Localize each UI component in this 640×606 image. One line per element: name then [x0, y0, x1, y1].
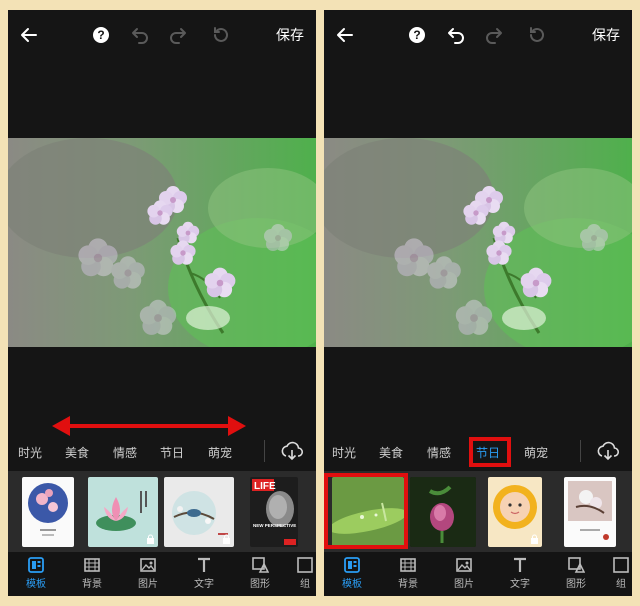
- save-button[interactable]: 保存: [276, 25, 304, 45]
- life-magazine-image: LIFE NEW PERSPECTIVE: [252, 479, 296, 545]
- template-icon: [344, 557, 360, 573]
- back-arrow-icon[interactable]: [18, 24, 40, 46]
- bottom-nav: 模板 背景 图片 文字 图形 组: [8, 552, 316, 596]
- nav-shape[interactable]: 图形: [554, 556, 598, 590]
- template-strip: [324, 471, 632, 552]
- nav-image[interactable]: 图片: [126, 556, 170, 590]
- save-button[interactable]: 保存: [592, 25, 620, 45]
- nav-label: 图形: [566, 579, 586, 590]
- nav-template[interactable]: 模板: [14, 556, 58, 590]
- help-icon[interactable]: ?: [406, 24, 428, 46]
- flower-photo: [8, 138, 316, 347]
- text-icon: [514, 557, 526, 572]
- reset-icon[interactable]: [526, 24, 548, 46]
- blossom-card-image: [568, 481, 612, 540]
- photo-canvas[interactable]: [324, 138, 632, 347]
- nav-label: 组: [300, 579, 310, 590]
- tab-food[interactable]: 美食: [379, 444, 403, 461]
- template-thumb[interactable]: [488, 477, 542, 547]
- photo-canvas[interactable]: [8, 138, 316, 347]
- cloud-download-icon[interactable]: [280, 440, 304, 462]
- background-icon: [84, 558, 100, 572]
- cloud-download-icon[interactable]: [596, 440, 620, 462]
- help-icon[interactable]: ?: [90, 24, 112, 46]
- nav-group[interactable]: 组: [610, 556, 632, 590]
- template-thumb[interactable]: LIFE NEW PERSPECTIVE: [250, 477, 298, 547]
- life-logo-text: LIFE: [254, 481, 276, 492]
- image-icon: [140, 558, 156, 572]
- nav-label: 图片: [454, 579, 474, 590]
- phone-screen-left: ? 保存 时光 美食 情感 节日 萌宠 LIFE NEW PERSPECTIVE…: [8, 10, 316, 596]
- nav-label: 模板: [342, 579, 362, 590]
- flower-photo: [324, 138, 632, 347]
- template-thumb[interactable]: [564, 477, 616, 547]
- nav-label: 背景: [82, 579, 102, 590]
- nav-background[interactable]: 背景: [386, 556, 430, 590]
- nav-label: 文字: [194, 579, 214, 590]
- bottom-nav: 模板 背景 图片 文字 图形 组: [324, 552, 632, 596]
- tab-time[interactable]: 时光: [332, 444, 356, 461]
- template-thumb[interactable]: [410, 477, 476, 547]
- template-strip: LIFE NEW PERSPECTIVE: [8, 471, 316, 552]
- shape-icon: [568, 557, 585, 573]
- template-icon: [28, 557, 44, 573]
- nav-label: 图形: [250, 579, 270, 590]
- group-icon: [297, 557, 313, 573]
- shape-icon: [252, 557, 269, 573]
- tab-holiday[interactable]: 节日: [476, 444, 500, 461]
- purple-bud-image: [410, 477, 476, 547]
- tab-pets[interactable]: 萌宠: [524, 444, 548, 461]
- nav-background[interactable]: 背景: [70, 556, 114, 590]
- lock-icon: [147, 534, 154, 544]
- divider: [580, 440, 581, 462]
- lock-icon: [223, 534, 230, 544]
- back-arrow-icon[interactable]: [334, 24, 356, 46]
- reset-icon[interactable]: [210, 24, 232, 46]
- lock-icon: [531, 534, 538, 544]
- tab-emotion[interactable]: 情感: [113, 444, 137, 461]
- category-tabs: 时光 美食 情感 节日 萌宠: [324, 434, 632, 470]
- tab-holiday[interactable]: 节日: [160, 444, 184, 461]
- phone-screen-right: ? 保存 时光 美食 情感 节日 萌宠 模板 背景 图片 文字 图形 组: [324, 10, 632, 596]
- plum-blossom-circle-image: [28, 483, 68, 536]
- tab-food[interactable]: 美食: [65, 444, 89, 461]
- tab-time[interactable]: 时光: [18, 444, 42, 461]
- nav-label: 模板: [26, 579, 46, 590]
- template-thumb[interactable]: [164, 477, 234, 547]
- nav-label: 图片: [138, 579, 158, 590]
- template-thumb[interactable]: [88, 477, 158, 547]
- template-thumb[interactable]: [332, 477, 404, 547]
- tab-pets[interactable]: 萌宠: [208, 444, 232, 461]
- nav-template[interactable]: 模板: [330, 556, 374, 590]
- nav-shape[interactable]: 图形: [238, 556, 282, 590]
- nav-text[interactable]: 文字: [182, 556, 226, 590]
- nav-image[interactable]: 图片: [442, 556, 486, 590]
- divider: [264, 440, 265, 462]
- top-toolbar: ? 保存: [324, 10, 632, 58]
- nav-label: 文字: [510, 579, 530, 590]
- undo-icon[interactable]: [444, 24, 466, 46]
- background-icon: [400, 558, 416, 572]
- image-icon: [456, 558, 472, 572]
- template-thumb[interactable]: [22, 477, 74, 547]
- group-icon: [613, 557, 629, 573]
- category-tabs: 时光 美食 情感 节日 萌宠: [8, 434, 316, 470]
- redo-icon[interactable]: [168, 24, 190, 46]
- nav-label: 背景: [398, 579, 418, 590]
- nav-label: 组: [616, 579, 626, 590]
- undo-icon[interactable]: [128, 24, 150, 46]
- life-subtitle-text: NEW PERSPECTIVE: [253, 523, 296, 528]
- top-toolbar: ? 保存: [8, 10, 316, 58]
- green-leaf-image: [332, 477, 404, 547]
- text-icon: [198, 557, 210, 572]
- nav-group[interactable]: 组: [294, 556, 316, 590]
- redo-icon[interactable]: [484, 24, 506, 46]
- tab-emotion[interactable]: 情感: [427, 444, 451, 461]
- nav-text[interactable]: 文字: [498, 556, 542, 590]
